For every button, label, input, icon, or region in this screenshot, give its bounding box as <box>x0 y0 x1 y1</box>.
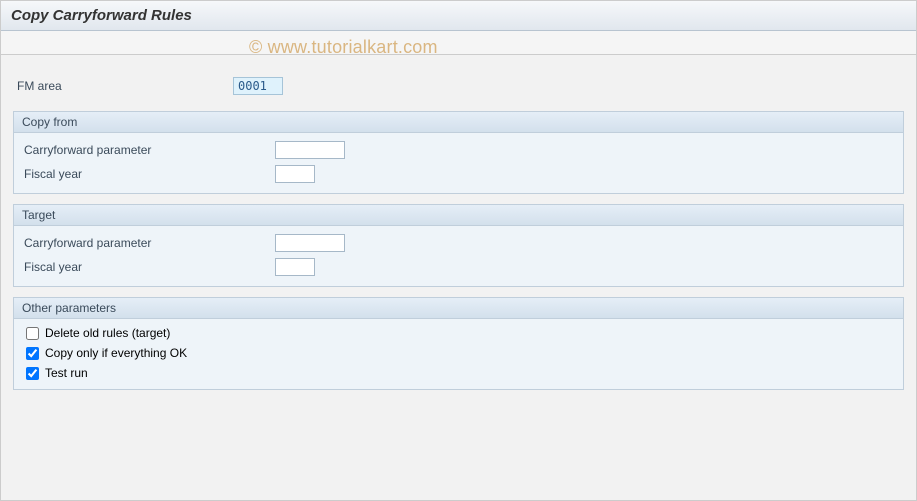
cf-param-label: Carryforward parameter <box>20 143 275 157</box>
toolbar <box>1 31 916 55</box>
group-target: Target Carryforward parameter Fiscal yea… <box>13 204 904 287</box>
content-area: FM area 0001 Copy from Carryforward para… <box>1 55 916 404</box>
test-run-label: Test run <box>45 366 88 380</box>
page-title: Copy Carryforward Rules <box>1 1 916 31</box>
group-other-title: Other parameters <box>14 298 903 319</box>
group-copy-from: Copy from Carryforward parameter Fiscal … <box>13 111 904 194</box>
delete-old-label: Delete old rules (target) <box>45 326 170 340</box>
cf-fy-input[interactable] <box>275 165 315 183</box>
tg-fy-label: Fiscal year <box>20 260 275 274</box>
test-run-checkbox[interactable] <box>26 367 39 380</box>
copy-ok-label: Copy only if everything OK <box>45 346 187 360</box>
copy-ok-checkbox[interactable] <box>26 347 39 360</box>
tg-param-label: Carryforward parameter <box>20 236 275 250</box>
fm-area-value: 0001 <box>233 77 283 95</box>
tg-fy-input[interactable] <box>275 258 315 276</box>
delete-old-checkbox[interactable] <box>26 327 39 340</box>
group-target-title: Target <box>14 205 903 226</box>
fm-area-row: FM area 0001 <box>13 75 904 97</box>
tg-param-input[interactable] <box>275 234 345 252</box>
cf-param-input[interactable] <box>275 141 345 159</box>
group-other: Other parameters Delete old rules (targe… <box>13 297 904 390</box>
fm-area-label: FM area <box>13 79 233 93</box>
group-copy-from-title: Copy from <box>14 112 903 133</box>
window: Copy Carryforward Rules © www.tutorialka… <box>0 0 917 501</box>
cf-fy-label: Fiscal year <box>20 167 275 181</box>
